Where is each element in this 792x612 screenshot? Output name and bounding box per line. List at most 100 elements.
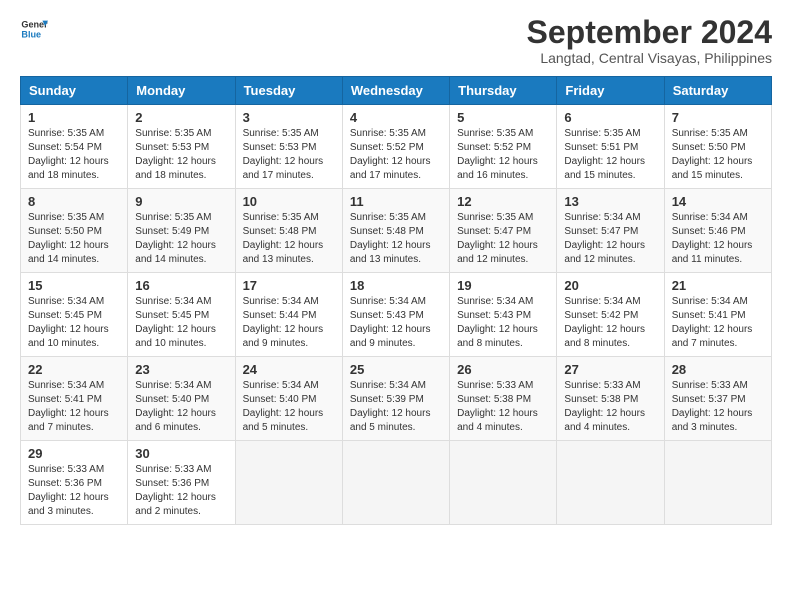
day-info: Sunrise: 5:35 AMSunset: 5:48 PMDaylight:… [350,211,442,267]
day-cell-9: 9 Sunrise: 5:35 AMSunset: 5:49 PMDaylight… [128,189,235,273]
weekday-sunday: Sunday [21,77,128,105]
day-number: 21 [672,278,764,293]
title-block: September 2024 Langtad, Central Visayas,… [527,15,772,66]
calendar-week-2: 8Sunrise: 5:35 AMSunset: 5:50 PMDaylight… [21,189,772,273]
empty-cell [235,441,342,525]
day-number: 8 [28,194,120,209]
day-number: 6 [564,110,656,125]
weekday-wednesday: Wednesday [342,77,449,105]
day-number: 19 [457,278,549,293]
weekday-friday: Friday [557,77,664,105]
month-title: September 2024 [527,15,772,50]
day-info: Sunrise: 5:35 AMSunset: 5:47 PMDaylight:… [457,211,549,267]
day-cell-25: 25Sunrise: 5:34 AMSunset: 5:39 PMDayligh… [342,357,449,441]
svg-text:Blue: Blue [21,29,41,39]
day-info: Sunrise: 5:35 AMSunset: 5:52 PMDaylight:… [350,127,442,183]
day-number: 1 [28,110,120,125]
page-header: General Blue September 2024 Langtad, Cen… [20,15,772,66]
day-number: 2 [135,110,227,125]
day-info: Sunrise: 5:35 AMSunset: 5:49 PMDaylight:… [135,211,227,267]
day-info: Sunrise: 5:34 AMSunset: 5:41 PMDaylight:… [672,295,764,351]
day-cell-12: 12 Sunrise: 5:35 AMSunset: 5:47 PMDayligh… [450,189,557,273]
day-info: Sunrise: 5:35 AMSunset: 5:53 PMDaylight:… [135,127,227,183]
day-number: 15 [28,278,120,293]
day-cell-3: 3Sunrise: 5:35 AMSunset: 5:53 PMDaylight… [235,105,342,189]
day-info: Sunrise: 5:33 AMSunset: 5:37 PMDaylight:… [672,379,764,435]
calendar-week-1: 1 Sunrise: 5:35 AMSunset: 5:54 PMDaylight… [21,105,772,189]
day-number: 11 [350,194,442,209]
day-cell-4: 4 Sunrise: 5:35 AMSunset: 5:52 PMDaylight… [342,105,449,189]
calendar-week-5: 29 Sunrise: 5:33 AMSunset: 5:36 PMDayligh… [21,441,772,525]
day-cell-17: 17Sunrise: 5:34 AMSunset: 5:44 PMDayligh… [235,273,342,357]
weekday-monday: Monday [128,77,235,105]
logo: General Blue [20,15,48,43]
day-number: 28 [672,362,764,377]
weekday-thursday: Thursday [450,77,557,105]
location-subtitle: Langtad, Central Visayas, Philippines [527,50,772,66]
day-cell-21: 21 Sunrise: 5:34 AMSunset: 5:41 PMDayligh… [664,273,771,357]
day-cell-15: 15 Sunrise: 5:34 AMSunset: 5:45 PMDayligh… [21,273,128,357]
day-info: Sunrise: 5:34 AMSunset: 5:45 PMDaylight:… [135,295,227,351]
day-cell-29: 29 Sunrise: 5:33 AMSunset: 5:36 PMDayligh… [21,441,128,525]
calendar-body: 1 Sunrise: 5:35 AMSunset: 5:54 PMDaylight… [21,105,772,525]
day-cell-1: 1 Sunrise: 5:35 AMSunset: 5:54 PMDaylight… [21,105,128,189]
day-number: 12 [457,194,549,209]
day-info: Sunrise: 5:35 AMSunset: 5:51 PMDaylight:… [564,127,656,183]
calendar-week-3: 15 Sunrise: 5:34 AMSunset: 5:45 PMDayligh… [21,273,772,357]
day-cell-30: 30 Sunrise: 5:33 AMSunset: 5:36 PMDayligh… [128,441,235,525]
day-number: 24 [243,362,335,377]
day-info: Sunrise: 5:34 AMSunset: 5:47 PMDaylight:… [564,211,656,267]
day-cell-27: 27Sunrise: 5:33 AMSunset: 5:38 PMDayligh… [557,357,664,441]
calendar-week-4: 22Sunrise: 5:34 AMSunset: 5:41 PMDayligh… [21,357,772,441]
day-info: Sunrise: 5:34 AMSunset: 5:43 PMDaylight:… [457,295,549,351]
day-number: 29 [28,446,120,461]
day-number: 18 [350,278,442,293]
day-info: Sunrise: 5:34 AMSunset: 5:46 PMDaylight:… [672,211,764,267]
empty-cell [450,441,557,525]
day-number: 13 [564,194,656,209]
day-cell-18: 18 Sunrise: 5:34 AMSunset: 5:43 PMDayligh… [342,273,449,357]
weekday-header-row: SundayMondayTuesdayWednesdayThursdayFrid… [21,77,772,105]
day-info: Sunrise: 5:33 AMSunset: 5:38 PMDaylight:… [457,379,549,435]
day-info: Sunrise: 5:34 AMSunset: 5:40 PMDaylight:… [135,379,227,435]
day-number: 26 [457,362,549,377]
day-info: Sunrise: 5:35 AMSunset: 5:48 PMDaylight:… [243,211,335,267]
day-number: 30 [135,446,227,461]
day-cell-2: 2 Sunrise: 5:35 AMSunset: 5:53 PMDaylight… [128,105,235,189]
day-number: 3 [243,110,335,125]
day-number: 27 [564,362,656,377]
day-cell-24: 24 Sunrise: 5:34 AMSunset: 5:40 PMDayligh… [235,357,342,441]
day-info: Sunrise: 5:33 AMSunset: 5:36 PMDaylight:… [28,463,120,519]
empty-cell [557,441,664,525]
weekday-saturday: Saturday [664,77,771,105]
day-cell-28: 28 Sunrise: 5:33 AMSunset: 5:37 PMDayligh… [664,357,771,441]
day-cell-19: 19 Sunrise: 5:34 AMSunset: 5:43 PMDayligh… [450,273,557,357]
day-cell-13: 13 Sunrise: 5:34 AMSunset: 5:47 PMDayligh… [557,189,664,273]
day-info: Sunrise: 5:35 AMSunset: 5:52 PMDaylight:… [457,127,549,183]
day-number: 9 [135,194,227,209]
weekday-tuesday: Tuesday [235,77,342,105]
day-info: Sunrise: 5:35 AMSunset: 5:50 PMDaylight:… [672,127,764,183]
day-number: 4 [350,110,442,125]
day-info: Sunrise: 5:34 AMSunset: 5:43 PMDaylight:… [350,295,442,351]
day-info: Sunrise: 5:34 AMSunset: 5:44 PMDaylight:… [243,295,335,351]
day-number: 5 [457,110,549,125]
day-number: 20 [564,278,656,293]
day-cell-16: 16Sunrise: 5:34 AMSunset: 5:45 PMDayligh… [128,273,235,357]
day-cell-11: 11 Sunrise: 5:35 AMSunset: 5:48 PMDayligh… [342,189,449,273]
day-info: Sunrise: 5:35 AMSunset: 5:54 PMDaylight:… [28,127,120,183]
day-cell-26: 26 Sunrise: 5:33 AMSunset: 5:38 PMDayligh… [450,357,557,441]
day-cell-14: 14 Sunrise: 5:34 AMSunset: 5:46 PMDayligh… [664,189,771,273]
day-info: Sunrise: 5:34 AMSunset: 5:41 PMDaylight:… [28,379,120,435]
day-info: Sunrise: 5:33 AMSunset: 5:36 PMDaylight:… [135,463,227,519]
calendar-table: SundayMondayTuesdayWednesdayThursdayFrid… [20,76,772,525]
day-number: 25 [350,362,442,377]
day-number: 23 [135,362,227,377]
day-cell-8: 8Sunrise: 5:35 AMSunset: 5:50 PMDaylight… [21,189,128,273]
day-info: Sunrise: 5:34 AMSunset: 5:45 PMDaylight:… [28,295,120,351]
day-number: 7 [672,110,764,125]
day-cell-22: 22Sunrise: 5:34 AMSunset: 5:41 PMDayligh… [21,357,128,441]
day-info: Sunrise: 5:34 AMSunset: 5:40 PMDaylight:… [243,379,335,435]
day-number: 14 [672,194,764,209]
day-cell-10: 10Sunrise: 5:35 AMSunset: 5:48 PMDayligh… [235,189,342,273]
